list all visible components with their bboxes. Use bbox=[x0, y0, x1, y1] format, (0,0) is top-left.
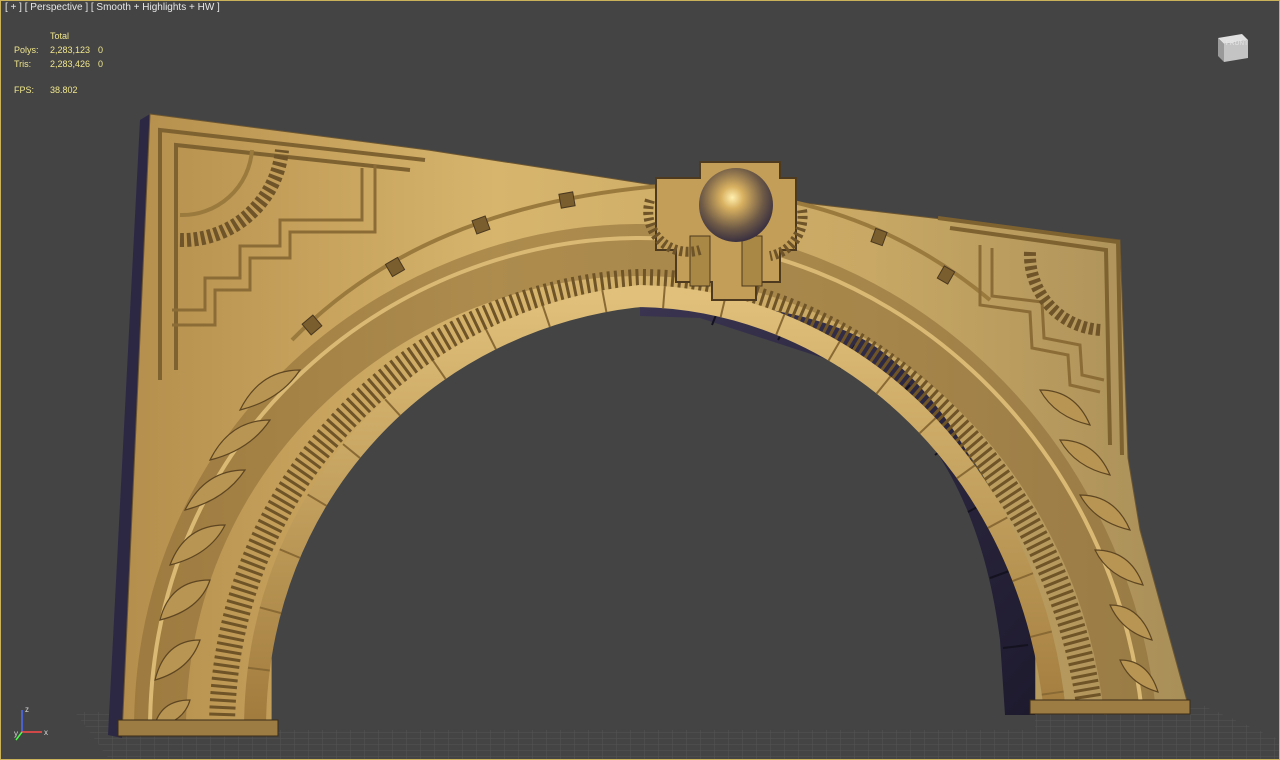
shading-mode-menu[interactable]: [ Smooth + Highlights + HW ] bbox=[91, 2, 220, 13]
tris-value: 2,283,426 bbox=[50, 59, 91, 69]
tris-selected-value: 0 bbox=[98, 59, 104, 69]
stats-total-header: Total bbox=[50, 31, 70, 41]
axis-x-label: x bbox=[44, 728, 48, 737]
fps-label: FPS: bbox=[14, 85, 35, 95]
polys-selected-value: 0 bbox=[98, 45, 104, 55]
base-block-left bbox=[117, 719, 279, 737]
viewcube-front-label[interactable]: FRONT bbox=[1226, 41, 1248, 47]
tris-label: Tris: bbox=[14, 59, 32, 69]
fps-readout: FPS: 38.802 bbox=[14, 85, 78, 95]
keystone-orb bbox=[699, 168, 773, 242]
scene-render[interactable] bbox=[0, 0, 1280, 760]
polys-value: 2,283,123 bbox=[50, 45, 91, 55]
viewport-plus-menu[interactable]: [ + ] bbox=[5, 2, 22, 13]
polys-label: Polys: bbox=[14, 45, 39, 55]
view-name-menu[interactable]: [ Perspective ] bbox=[25, 2, 88, 13]
axis-y-label: y bbox=[14, 729, 18, 738]
fps-value: 38.802 bbox=[50, 85, 78, 95]
base-block-right bbox=[1029, 699, 1191, 715]
axis-tripod-icon: z x y bbox=[14, 705, 48, 741]
viewport-label-menu[interactable]: [ + ] [ Perspective ] [ Smooth + Highlig… bbox=[5, 2, 220, 13]
viewcube-icon[interactable] bbox=[1212, 30, 1252, 64]
axis-z-label: z bbox=[25, 705, 29, 714]
perspective-viewport[interactable]: [ + ] [ Perspective ] [ Smooth + Highlig… bbox=[0, 0, 1280, 760]
